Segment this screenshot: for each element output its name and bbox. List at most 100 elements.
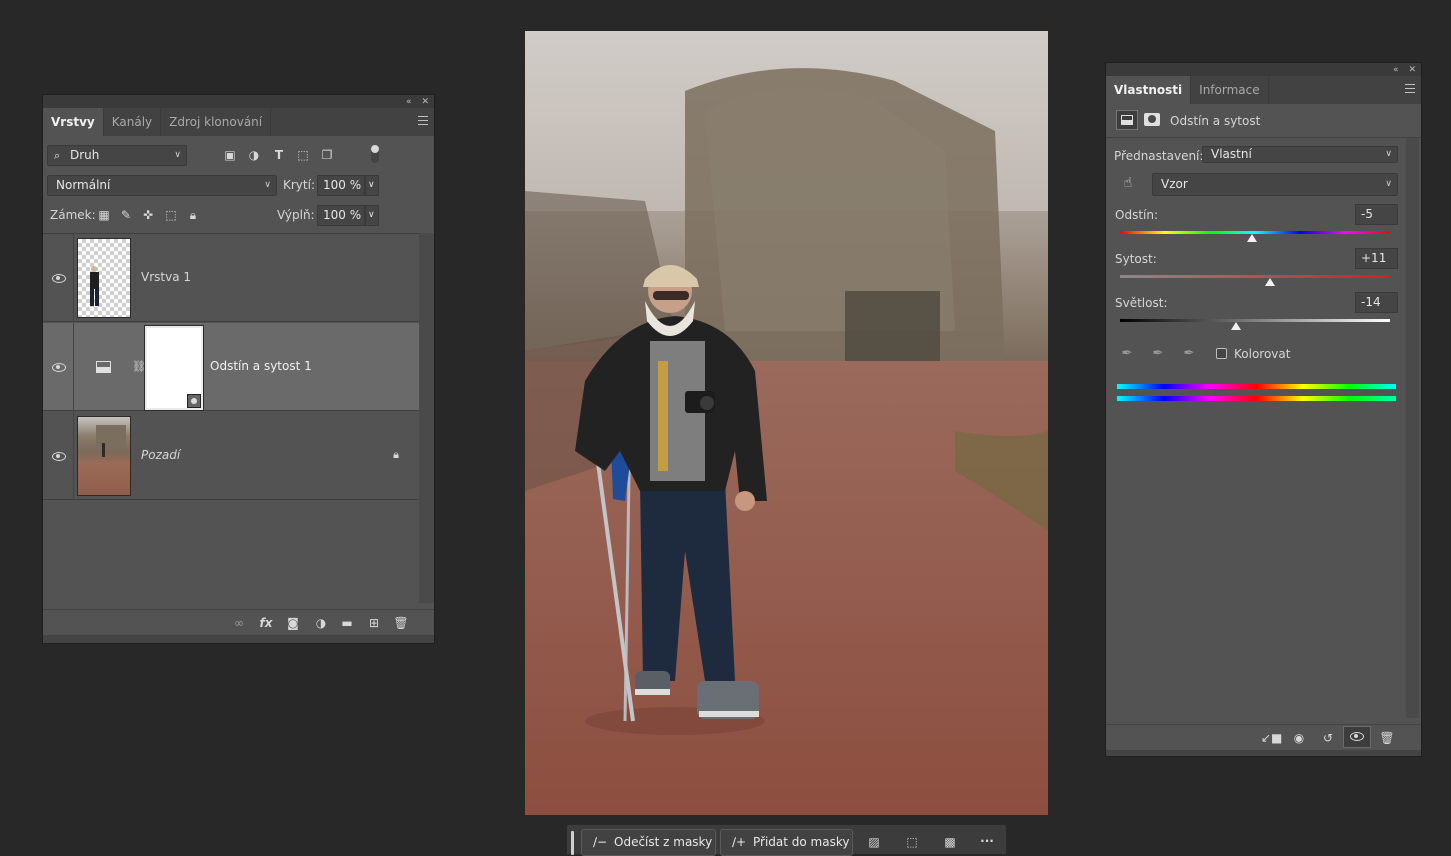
new-group-folder-icon[interactable]: ▬ [339, 616, 355, 630]
source-color-bar [1117, 384, 1396, 389]
mask-icon-button[interactable] [1144, 113, 1160, 126]
disable-mask-icon[interactable]: ⬚ [903, 835, 921, 849]
visibility-eye-icon[interactable] [52, 274, 66, 283]
layer-row-vrstva-1[interactable]: Vrstva 1 [43, 234, 419, 322]
saturation-input[interactable]: +11 [1355, 248, 1398, 269]
visibility-eye-icon[interactable] [52, 452, 66, 461]
panel-menu-icon[interactable] [1405, 84, 1415, 93]
lock-brush-icon[interactable]: ✎ [119, 208, 133, 222]
lightness-slider-thumb[interactable] [1231, 322, 1242, 330]
panel-resize-bar[interactable] [1106, 750, 1421, 756]
close-icon[interactable]: ✕ [1408, 65, 1416, 75]
invert-mask-icon[interactable]: ▩ [941, 835, 959, 849]
opacity-dropdown-button[interactable]: ∨ [365, 175, 379, 196]
link-chain-icon[interactable]: ⛓ [132, 360, 146, 374]
subtract-from-mask-button[interactable]: ∕− Odečíst z masky [581, 829, 716, 856]
fill-input[interactable]: 100 % [317, 205, 365, 226]
adjustment-icon-button[interactable] [1116, 110, 1138, 130]
layer-filter-value: Druh [70, 148, 100, 162]
fill-dropdown-button[interactable]: ∨ [365, 205, 379, 226]
lock-all-icon[interactable]: 🔒︎ [186, 208, 200, 222]
opacity-label: Krytí: [283, 178, 315, 192]
colorize-checkbox[interactable] [1216, 348, 1227, 359]
collapse-icon[interactable]: « [406, 97, 412, 107]
brush-minus-icon: ∕− [593, 835, 608, 849]
trash-icon[interactable]: 🗑︎ [393, 616, 409, 630]
add-to-mask-button[interactable]: ∕+ Přidat do masky [720, 829, 853, 856]
layer-name[interactable]: Vrstva 1 [141, 270, 191, 284]
subtract-from-mask-label: Odečíst z masky [614, 835, 713, 849]
tab-clone-source[interactable]: Zdroj klonování [161, 108, 272, 136]
filter-smart-object-icon[interactable]: ❐ [320, 148, 334, 162]
trash-icon[interactable]: 🗑︎ [1378, 731, 1396, 745]
eyedropper-icon[interactable]: ✒ [1119, 347, 1135, 361]
visibility-eye-icon[interactable] [52, 363, 66, 372]
more-options-icon[interactable]: ··· [977, 834, 997, 848]
add-mask-icon[interactable]: ◙ [285, 616, 301, 630]
layer-mask-thumbnail[interactable] [144, 325, 204, 411]
view-previous-state-icon[interactable]: ◉ [1290, 731, 1308, 745]
fill-label: Výplň: [277, 208, 315, 222]
eyedropper-add-icon[interactable]: ✒ [1150, 347, 1166, 361]
channel-value: Vzor [1161, 177, 1188, 191]
tab-properties[interactable]: Vlastnosti [1106, 76, 1192, 104]
tab-channels[interactable]: Kanály [104, 108, 162, 136]
hue-input[interactable]: -5 [1355, 204, 1398, 225]
mask-properties-icon[interactable]: ▨ [865, 835, 883, 849]
filter-toggle-switch[interactable] [371, 145, 379, 163]
properties-header: Odstín a sytost [1106, 104, 1421, 138]
properties-panel-topbar: « ✕ [1106, 63, 1421, 76]
panel-resize-bar[interactable] [43, 635, 434, 643]
channel-select[interactable]: Vzor ∨ [1152, 173, 1398, 196]
layers-scrollbar[interactable] [419, 233, 434, 603]
eyedropper-subtract-icon[interactable]: ✒ [1181, 347, 1197, 361]
lock-move-icon[interactable]: ✜ [141, 208, 155, 222]
layer-name[interactable]: Odstín a sytost 1 [210, 359, 312, 373]
add-to-mask-label: Přidat do masky [753, 835, 850, 849]
lock-transparent-icon[interactable]: ▦ [97, 208, 111, 222]
toggle-visibility-button[interactable] [1343, 726, 1371, 748]
new-layer-icon[interactable]: ⊞ [366, 616, 382, 630]
layer-row-background[interactable]: Pozadí 🔒︎ [43, 412, 419, 500]
lightness-slider-track[interactable] [1120, 319, 1390, 322]
filter-type-icon[interactable]: T [272, 148, 286, 162]
blend-mode-select[interactable]: Normální ∨ [47, 175, 277, 196]
preset-select[interactable]: Vlastní ∨ [1202, 146, 1398, 163]
saturation-slider-thumb[interactable] [1264, 278, 1275, 286]
chevron-down-icon: ∨ [174, 150, 181, 160]
collapse-icon[interactable]: « [1393, 65, 1399, 75]
properties-panel: « ✕ Vlastnosti Informace Odstín a sytost… [1105, 62, 1422, 757]
layer-name[interactable]: Pozadí [141, 448, 180, 462]
new-adjustment-icon[interactable]: ◑ [313, 616, 329, 630]
opacity-input[interactable]: 100 % [317, 175, 365, 196]
chevron-down-icon: ∨ [1385, 149, 1392, 159]
link-layers-icon[interactable]: ∞ [231, 616, 247, 630]
fx-icon[interactable]: fx [258, 616, 274, 630]
properties-scrollbar[interactable] [1406, 138, 1419, 718]
lightness-label: Světlost: [1115, 296, 1168, 310]
clip-to-layer-icon[interactable]: ↙■ [1261, 731, 1282, 745]
panel-menu-icon[interactable] [418, 116, 428, 125]
filter-adjustment-icon[interactable]: ◑ [247, 148, 261, 162]
lock-artboard-icon[interactable]: ⬚ [164, 208, 178, 222]
layer-divider [73, 323, 74, 411]
layers-list: Vrstva 1 ⛓ Odstín a sytost 1 Pozadí 🔒︎ [43, 233, 419, 603]
reset-icon[interactable]: ↺ [1319, 731, 1337, 745]
filter-shape-icon[interactable]: ⬚ [296, 148, 310, 162]
lightness-input[interactable]: -14 [1355, 292, 1398, 313]
drag-handle[interactable] [571, 831, 574, 855]
layer-filter-select[interactable]: ⌕ Druh ∨ [47, 145, 187, 166]
filter-pixel-icon[interactable]: ▣ [223, 148, 237, 162]
close-icon[interactable]: ✕ [421, 97, 429, 107]
tab-info[interactable]: Informace [1191, 76, 1269, 104]
tab-layers[interactable]: Vrstvy [43, 108, 104, 136]
hue-label: Odstín: [1115, 208, 1159, 222]
document-canvas[interactable] [525, 31, 1048, 815]
hue-slider-thumb[interactable] [1247, 234, 1258, 242]
brush-plus-icon: ∕+ [732, 835, 747, 849]
targeted-adjustment-hand-icon[interactable]: ☝ [1119, 176, 1137, 190]
saturation-slider-track[interactable] [1120, 275, 1390, 278]
layer-row-hue-saturation[interactable]: ⛓ Odstín a sytost 1 [43, 323, 419, 411]
colorize-label[interactable]: Kolorovat [1234, 347, 1290, 361]
layers-panel: « ✕ Vrstvy Kanály Zdroj klonování ⌕ Druh… [42, 94, 435, 644]
